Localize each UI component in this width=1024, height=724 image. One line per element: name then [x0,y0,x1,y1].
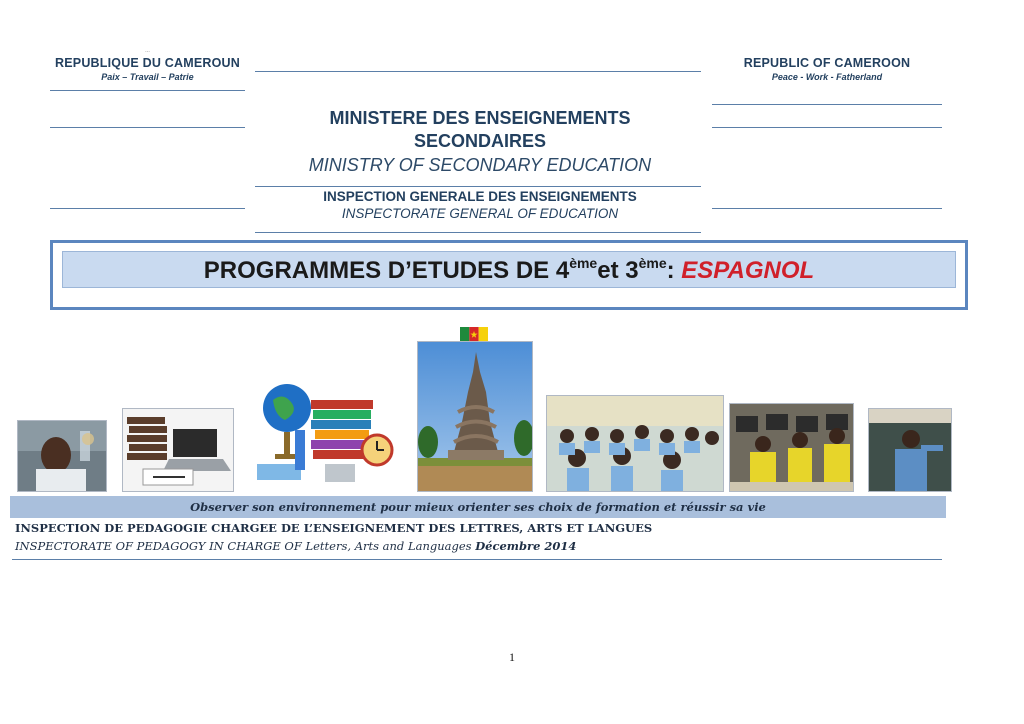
header-right: REPUBLIC OF CAMEROON Peace - Work - Fath… [712,56,942,82]
title-subject: ESPAGNOL [681,257,815,284]
inspection-block: INSPECTION GENERALE DES ENSEIGNEMENTS IN… [255,189,705,221]
divider [712,104,942,105]
pedagogy-inspection-en-text: INSPECTORATE OF PEDAGOGY IN CHARGE OF Le… [15,539,476,553]
divider [255,232,701,233]
pedagogy-inspection-en: INSPECTORATE OF PEDAGOGY IN CHARGE OF Le… [15,539,576,553]
inspection-name-en: INSPECTORATE GENERAL OF EDUCATION [341,206,619,221]
divider [255,71,701,72]
title-box: PROGRAMMES D’ETUDES DE 4èmeet 3ème: ESPA… [50,240,968,310]
country-name-en: REPUBLIC OF CAMEROON [743,56,911,70]
divider [712,208,942,209]
motto-banner: Observer son environnement pour mieux or… [10,496,946,518]
books-laptop-photo [122,408,234,492]
title-sup-1: ème [569,255,598,271]
header-left: REPUBLIQUE DU CAMEROUN Paix – Travail – … [50,56,245,82]
classroom-photo [546,395,724,492]
document-date: Décembre 2014 [475,539,577,553]
divider [712,127,942,128]
scientist-photo [17,420,107,492]
divider [50,90,245,91]
country-name-fr: REPUBLIQUE DU CAMEROUN [55,56,240,70]
ministry-block: MINISTERE DES ENSEIGNEMENTS SECONDAIRES … [255,107,705,177]
inspection-name-fr: INSPECTION GENERALE DES ENSEIGNEMENTS [323,189,637,204]
divider [50,208,245,209]
reunification-monument-photo [417,341,533,492]
divider [255,186,701,187]
title-middle: et 3 [597,257,639,284]
motto-en: Peace - Work - Fatherland [771,72,883,82]
ministry-name-fr-line1: MINISTERE DES ENSEIGNEMENTS [329,108,631,128]
title-prefix: PROGRAMMES D’ETUDES DE 4 [203,257,570,284]
page-number: 1 [509,650,515,664]
ministry-name-en: MINISTRY OF SECONDARY EDUCATION [308,155,652,175]
motto-fr: Paix – Travail – Patrie [101,72,194,82]
teacher-blackboard-photo [868,408,952,492]
title-colon: : [666,257,682,284]
ministry-name-fr-line2: SECONDAIRES [413,131,547,151]
title-sup-2: ème [638,255,667,271]
header-small-mark: … [145,48,150,54]
document-title: PROGRAMMES D’ETUDES DE 4èmeet 3ème: ESPA… [62,251,956,288]
computer-lab-photo [729,403,854,492]
divider [12,559,942,560]
globe-books-clock-illustration [255,378,395,486]
pedagogy-inspection-fr: INSPECTION DE PEDAGOGIE CHARGEE DE L’ENS… [15,521,653,535]
divider [50,127,245,128]
cameroon-flag-icon [460,327,488,341]
